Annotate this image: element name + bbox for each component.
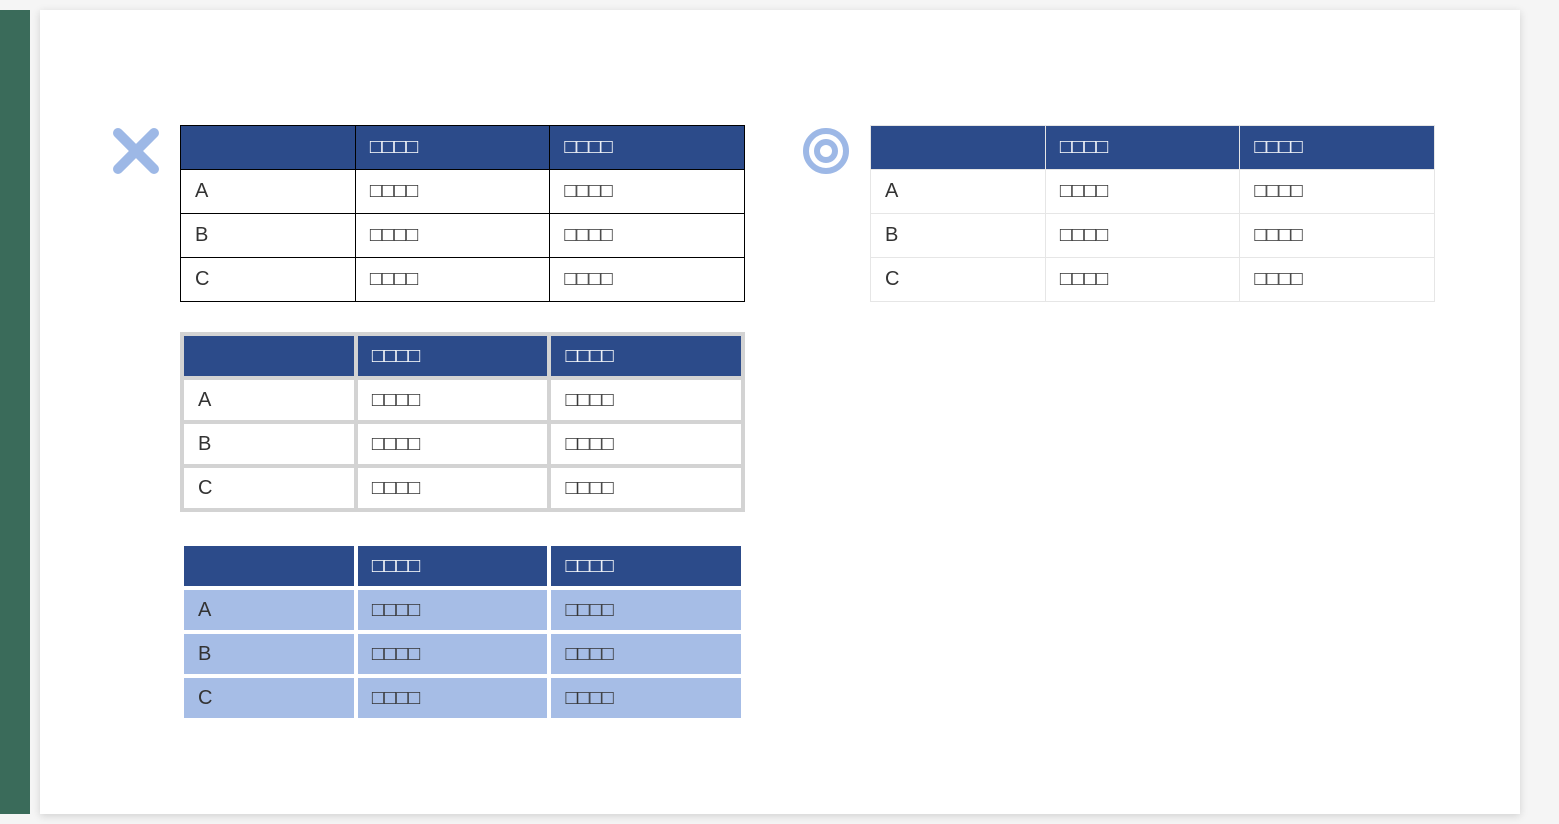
row-label: C [182,466,356,510]
header-cell: □□□□ [549,334,743,378]
table-row: C□□□□□□□□ [181,258,745,302]
bad-example-icon [110,125,162,182]
cell: □□□□ [549,422,743,466]
cell: □□□□ [356,632,550,676]
cell: □□□□ [356,466,550,510]
header-cell [182,334,356,378]
cell: □□□□ [549,588,743,632]
cell: □□□□ [549,466,743,510]
table-row: A□□□□□□□□ [182,378,743,422]
row-label: B [182,422,356,466]
cell: □□□□ [355,258,550,302]
header-cell: □□□□ [550,126,745,170]
cell: □□□□ [356,676,550,720]
cell: □□□□ [550,258,745,302]
row-label: A [871,170,1046,214]
cell: □□□□ [1240,214,1435,258]
header-cell: □□□□ [355,126,550,170]
row-label: A [182,378,356,422]
table-row: B□□□□□□□□ [182,632,743,676]
cell: □□□□ [549,632,743,676]
row-label: C [871,258,1046,302]
cell: □□□□ [355,170,550,214]
table-row: A□□□□□□□□ [181,170,745,214]
bad-table-black-borders: □□□□ □□□□ A□□□□□□□□ B□□□□□□□□ C□□□□□□□□ [180,125,745,302]
header-cell [871,126,1046,170]
cell: □□□□ [356,422,550,466]
cell: □□□□ [1045,214,1240,258]
row-label: A [181,170,356,214]
table-header-row: □□□□ □□□□ [181,126,745,170]
cell: □□□□ [356,588,550,632]
row-label: A [182,588,356,632]
cell: □□□□ [1240,258,1435,302]
table-row: C□□□□□□□□ [182,676,743,720]
header-cell: □□□□ [1045,126,1240,170]
cell: □□□□ [355,214,550,258]
header-cell: □□□□ [356,544,550,588]
cell: □□□□ [356,378,550,422]
table-row: B□□□□□□□□ [181,214,745,258]
table-row: C□□□□□□□□ [871,258,1435,302]
cell: □□□□ [549,378,743,422]
row-label: C [181,258,356,302]
cell: □□□□ [549,676,743,720]
cell: □□□□ [550,170,745,214]
cell: □□□□ [1045,258,1240,302]
table-header-row: □□□□ □□□□ [871,126,1435,170]
table-row: B□□□□□□□□ [871,214,1435,258]
sidebar-strip [0,10,30,814]
slide-page: □□□□ □□□□ A□□□□□□□□ B□□□□□□□□ C□□□□□□□□ … [40,10,1520,814]
header-cell [181,126,356,170]
header-cell: □□□□ [356,334,550,378]
good-example-column: □□□□ □□□□ A□□□□□□□□ B□□□□□□□□ C□□□□□□□□ [870,125,1435,332]
cell: □□□□ [1240,170,1435,214]
row-label: B [181,214,356,258]
table-row: A□□□□□□□□ [871,170,1435,214]
header-cell: □□□□ [549,544,743,588]
bad-examples-column: □□□□ □□□□ A□□□□□□□□ B□□□□□□□□ C□□□□□□□□ … [180,125,745,752]
cell: □□□□ [550,214,745,258]
bad-table-blue-fill: □□□□ □□□□ A□□□□□□□□ B□□□□□□□□ C□□□□□□□□ [180,542,745,722]
header-cell: □□□□ [1240,126,1435,170]
row-label: C [182,676,356,720]
good-table: □□□□ □□□□ A□□□□□□□□ B□□□□□□□□ C□□□□□□□□ [870,125,1435,302]
row-label: B [182,632,356,676]
row-label: B [871,214,1046,258]
good-example-icon [800,125,852,182]
table-header-row: □□□□ □□□□ [182,334,743,378]
cell: □□□□ [1045,170,1240,214]
header-cell [182,544,356,588]
table-header-row: □□□□ □□□□ [182,544,743,588]
bad-table-thick-grey-borders: □□□□ □□□□ A□□□□□□□□ B□□□□□□□□ C□□□□□□□□ [180,332,745,512]
table-row: B□□□□□□□□ [182,422,743,466]
table-row: C□□□□□□□□ [182,466,743,510]
table-row: A□□□□□□□□ [182,588,743,632]
